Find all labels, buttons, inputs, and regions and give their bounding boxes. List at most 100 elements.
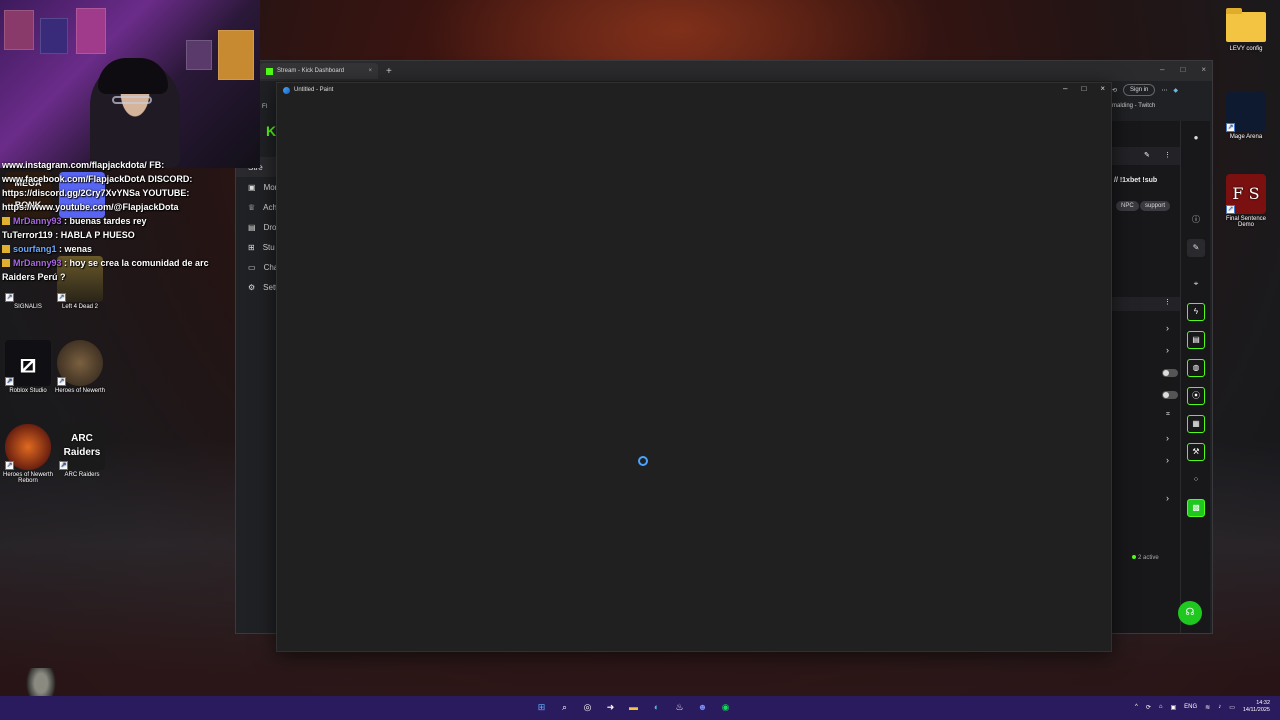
close-tab-icon[interactable]: × — [368, 68, 372, 74]
chat-icon[interactable]: ◍ — [1187, 359, 1205, 377]
desktop-icon-heroes-of-newerth[interactable]: ↗ Heroes of Newerth — [52, 340, 108, 394]
nav-item-channel[interactable]: ▭ Cha — [236, 257, 278, 277]
obs-icon[interactable]: ◎ — [580, 700, 595, 715]
chat-badge-icon — [2, 259, 10, 267]
minimize-icon[interactable]: – — [1160, 65, 1164, 74]
chat-username: sourfang1 — [13, 244, 57, 254]
maximize-icon[interactable]: □ — [1180, 65, 1185, 74]
wifi-icon[interactable]: ≋ — [1205, 704, 1210, 711]
desktop-icon-mage-arena[interactable]: ↗ Mage Arena — [1218, 92, 1274, 140]
desktop-icon-final-sentence[interactable]: F S ↗ Final Sentence Demo — [1218, 174, 1274, 228]
edge-icon[interactable]: ◐ — [649, 700, 664, 715]
plugin-icon[interactable]: ▩ — [1187, 499, 1205, 517]
status-dot-icon — [1132, 555, 1136, 559]
trophy-icon: ♕ — [248, 202, 256, 212]
edit-icon[interactable]: ✎ — [1144, 151, 1150, 159]
desktop-icon-hon-reborn[interactable]: ↗ Heroes of Newerth Reborn — [0, 424, 56, 484]
support-headset-button[interactable]: ☊ — [1178, 601, 1202, 625]
chevron-right-icon[interactable]: › — [1166, 455, 1169, 465]
copilot-icon[interactable]: ◆ — [1173, 87, 1178, 94]
avatar[interactable]: ● — [1187, 129, 1205, 147]
terminal-icon[interactable]: ➜ — [603, 700, 618, 715]
chevron-right-icon[interactable]: › — [1166, 345, 1169, 355]
nav-item-achievements[interactable]: ♕ Ach — [236, 197, 278, 217]
toggle-switch[interactable] — [1162, 369, 1178, 377]
nav-item-settings[interactable]: ⚙ Sett — [236, 277, 278, 297]
chevron-up-icon[interactable]: ^ — [1135, 704, 1138, 710]
taskbar-apps: ⊞ ⌕ ◎ ➜ ▬ ◐ ♨ ☻ ◉ — [534, 700, 733, 715]
section-header: ⋮ — [1112, 297, 1180, 311]
shortcut-arrow-icon: ↗ — [57, 377, 66, 386]
new-tab-button[interactable]: + — [386, 66, 392, 77]
minimize-icon[interactable]: – — [1063, 84, 1067, 93]
chevron-right-icon[interactable]: › — [1166, 323, 1169, 333]
chevron-right-icon[interactable]: › — [1166, 433, 1169, 443]
discord-icon[interactable]: ☻ — [695, 700, 710, 715]
chat-badge-icon — [2, 217, 10, 225]
desktop-icon-label: Roblox Studio — [9, 388, 47, 394]
hon-reborn-icon: ↗ — [5, 424, 51, 470]
active-count-label: 2 active — [1138, 555, 1159, 561]
chart-icon[interactable]: ⌗ — [1166, 411, 1170, 419]
nav-item-monetize[interactable]: ▣ Mon — [236, 177, 279, 197]
more-vertical-icon[interactable]: ⋮ — [1164, 151, 1171, 159]
steam-icon[interactable]: ♨ — [672, 700, 687, 715]
shortcut-arrow-icon: ↗ — [5, 377, 14, 386]
apps-icon[interactable]: ⁘ — [1187, 471, 1205, 489]
nav-item-drops[interactable]: ▤ Dro — [236, 217, 278, 237]
bolt-icon[interactable]: ϟ — [1187, 303, 1205, 321]
language-indicator[interactable]: ENG — [1184, 704, 1197, 710]
browser-tab-title: Stream - Kick Dashboard — [277, 68, 345, 74]
speaker-icon[interactable]: ♪ — [1218, 704, 1221, 710]
search-icon[interactable]: ⌕ — [557, 700, 572, 715]
chat-text: buenas tardes rey — [69, 216, 147, 226]
chat-message: www.facebook.com/FlapjackDotA DISCORD: — [2, 174, 193, 184]
document-icon[interactable]: ▤ — [1187, 331, 1205, 349]
tray-app-icon[interactable]: ▣ — [1170, 704, 1176, 711]
achievements-label: Ach — [263, 202, 277, 212]
edit-icon[interactable]: ✎ — [1187, 239, 1205, 257]
windows-start-icon[interactable]: ⊞ — [534, 700, 549, 715]
paint-titlebar[interactable]: Untitled - Paint — [277, 83, 1111, 97]
network-icon[interactable]: ⌂ — [1159, 704, 1163, 710]
nav-item-studio[interactable]: ⊞ Stu — [236, 237, 278, 257]
spotify-icon[interactable]: ◉ — [718, 700, 733, 715]
shortcut-arrow-icon: ↗ — [59, 461, 68, 470]
focus-icon[interactable]: ⌖ — [1187, 275, 1205, 293]
chat-text: HABLA P HUESO — [60, 230, 135, 240]
kick-logo[interactable]: K — [266, 123, 276, 139]
layout-icon[interactable]: ▦ — [1187, 415, 1205, 433]
close-icon[interactable]: × — [1201, 65, 1206, 74]
maximize-icon[interactable]: □ — [1081, 84, 1086, 93]
desktop-icon-roblox-studio[interactable]: ⧄ ↗ Roblox Studio — [0, 340, 56, 394]
broadcast-icon[interactable]: ⦿ — [1187, 387, 1205, 405]
more-vertical-icon[interactable]: ⋮ — [1164, 298, 1171, 306]
desktop-icon-arc-raiders[interactable]: ARC Raiders ↗ ARC Raiders — [54, 424, 110, 478]
desktop-icon-label: Mage Arena — [1229, 134, 1263, 140]
chat-username: MrDanny93 — [13, 258, 62, 268]
bookmark-left[interactable]: Fl — [262, 104, 267, 110]
clock[interactable]: 14:32 14/11/2025 — [1243, 700, 1270, 714]
battery-icon[interactable]: ▭ — [1229, 704, 1235, 711]
tag-npc[interactable]: NPC — [1116, 201, 1139, 211]
toggle-switch[interactable] — [1162, 391, 1178, 399]
wrench-icon[interactable]: ⚒ — [1187, 443, 1205, 461]
dashboard-sidenav: Stre ▣Mon ♕Ach ▤Dro ⊞Stu ▭Cha ⚙Sett — [236, 157, 279, 297]
close-icon[interactable]: × — [1100, 84, 1105, 93]
chat-message: https://www.youtube.com/@FlapjackDota — [2, 202, 179, 212]
paint-window[interactable]: Untitled - Paint – □ × — [276, 82, 1112, 652]
history-icon[interactable]: ⟲ — [1112, 87, 1117, 94]
chat-message: www.instagram.com/flapjackdota/ FB: — [2, 160, 165, 170]
info-icon[interactable]: ⓘ — [1187, 211, 1205, 229]
sign-in-button[interactable]: Sign in — [1123, 84, 1156, 96]
tag-support[interactable]: support — [1140, 201, 1171, 211]
bookmark-twitch[interactable]: malding - Twitch — [1112, 103, 1155, 109]
kick-icon — [266, 67, 273, 75]
more-menu-icon[interactable]: ⋯ — [1161, 87, 1167, 94]
chevron-right-icon[interactable]: › — [1166, 493, 1169, 503]
browser-tab[interactable]: Stream - Kick Dashboard × — [260, 63, 378, 79]
desktop-icon-levy-config[interactable]: LEVY config — [1216, 6, 1276, 52]
final-sentence-logo-text: F S — [1232, 184, 1260, 203]
sync-icon[interactable]: ⟳ — [1146, 704, 1151, 711]
file-explorer-icon[interactable]: ▬ — [626, 700, 641, 715]
